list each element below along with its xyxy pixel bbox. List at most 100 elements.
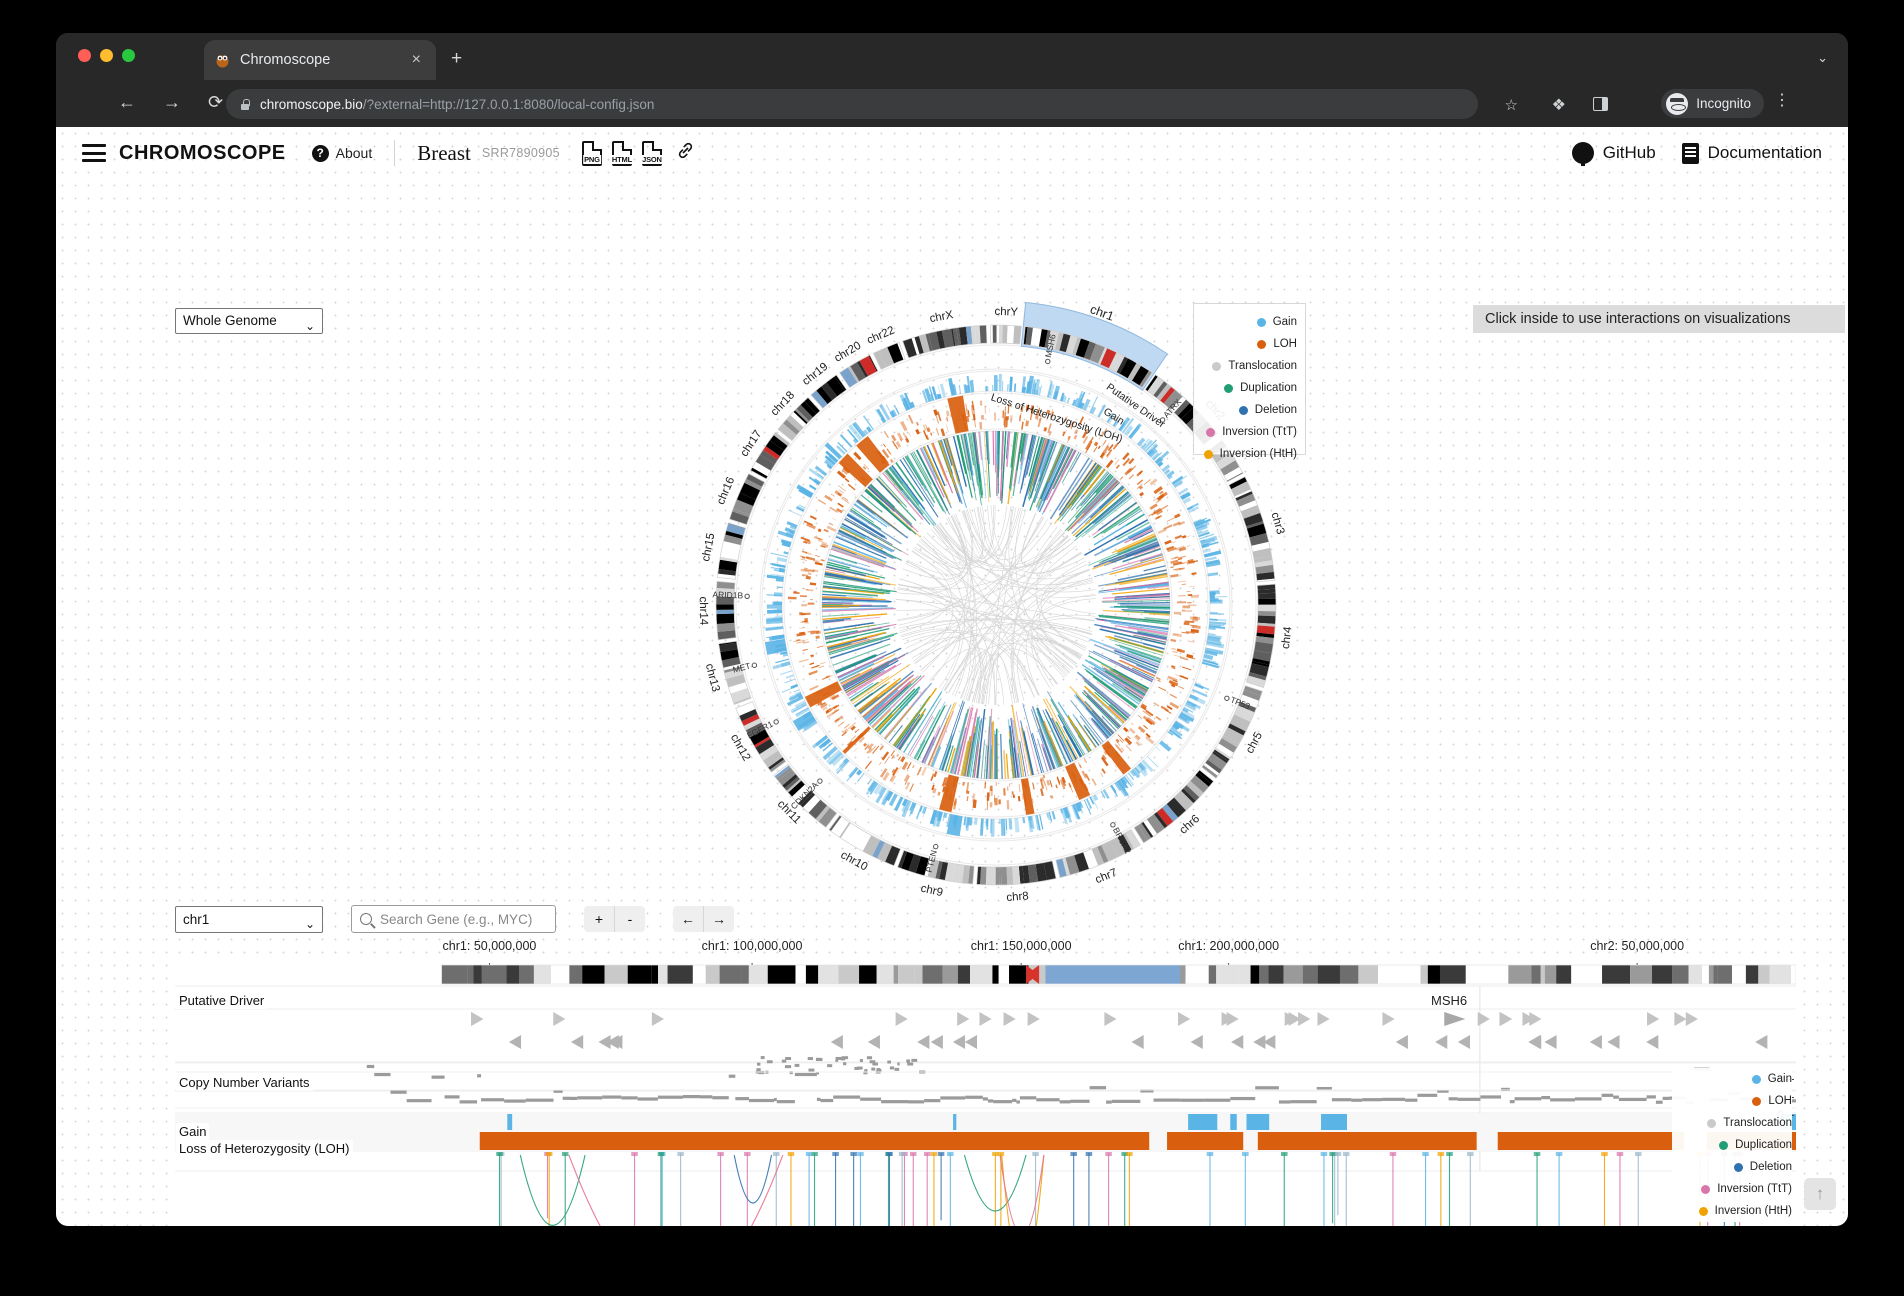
- new-tab-button[interactable]: +: [451, 49, 462, 68]
- incognito-icon: [1666, 92, 1689, 115]
- search-icon: [360, 913, 372, 925]
- export-json-button[interactable]: JSON: [641, 140, 663, 166]
- legend-label: Translocation: [1228, 360, 1297, 372]
- legend-swatch: [1238, 405, 1248, 415]
- circos-chromosome-label: chr15: [700, 532, 717, 563]
- github-link[interactable]: GitHub: [1571, 142, 1656, 166]
- circos-legend: Gain LOH Translocation Duplication Delet…: [1193, 303, 1306, 460]
- share-link-icon[interactable]: [676, 141, 695, 165]
- legend-label: Deletion: [1749, 1161, 1792, 1173]
- legend-swatch: [1257, 339, 1267, 349]
- side-panel-icon[interactable]: [1593, 97, 1608, 111]
- chromosome-select[interactable]: chr1 ⌄: [175, 905, 323, 933]
- legend-item: Deletion: [1672, 1156, 1792, 1178]
- pan-left-button[interactable]: ←: [673, 906, 703, 932]
- zoom-in-button[interactable]: +: [584, 906, 614, 932]
- legend-item: LOH: [1200, 333, 1297, 355]
- linear-tracks-panel[interactable]: Putative Driver Copy Number Variants Gai…: [175, 963, 1796, 1226]
- forward-button[interactable]: →: [163, 92, 181, 113]
- browser-tabstrip: Chromoscope × + ⌄: [56, 33, 1848, 80]
- circos-chromosome-label: chr6: [1177, 813, 1202, 837]
- chromosome-select-value: chr1: [183, 911, 210, 927]
- page-content: CHROMOSCOPE ? About Breast SRR7890905 PN…: [56, 127, 1848, 1226]
- zoom-out-button[interactable]: -: [615, 906, 645, 932]
- circos-chromosome-label: chrX: [929, 309, 955, 325]
- scroll-to-top-button[interactable]: ↑: [1804, 1178, 1836, 1210]
- browser-menu-icon[interactable]: ⋮: [1774, 93, 1790, 109]
- window-traffic-lights[interactable]: [78, 49, 135, 62]
- search-placeholder: Search Gene (e.g., MYC): [380, 911, 533, 927]
- legend-swatch: [1701, 1184, 1711, 1194]
- gene-annotation-msh6: MSH6: [1431, 993, 1468, 1008]
- export-json-label: JSON: [641, 154, 663, 164]
- genome-axis: chr1: 50,000,000 chr1: 100,000,000 chr1:…: [175, 937, 1796, 963]
- chevron-down-icon[interactable]: ⌄: [1817, 50, 1828, 66]
- export-html-button[interactable]: HTML: [610, 140, 633, 166]
- legend-item: Duplication: [1200, 377, 1297, 399]
- axis-tick-label: chr1: 100,000,000: [701, 939, 803, 953]
- track-label-gain: Gain: [176, 1123, 210, 1140]
- documentation-link[interactable]: Documentation: [1681, 142, 1822, 164]
- interaction-hint-text: Click inside to use interactions on visu…: [1485, 311, 1791, 327]
- chevron-down-icon: ⌄: [304, 916, 315, 931]
- github-label: GitHub: [1602, 143, 1656, 162]
- browser-window: Chromoscope × + ⌄ ← → ⟳ chromoscope.bio …: [56, 33, 1848, 1226]
- about-label: About: [335, 145, 373, 161]
- app-header: CHROMOSCOPE ? About Breast SRR7890905 PN…: [56, 127, 1848, 179]
- app-title: CHROMOSCOPE: [119, 141, 286, 164]
- legend-label: Inversion (TtT): [1222, 426, 1297, 438]
- linear-genome-view[interactable]: chr1: 50,000,000 chr1: 100,000,000 chr1:…: [175, 937, 1796, 1226]
- legend-item: Inversion (HtH): [1672, 1200, 1792, 1222]
- legend-label: LOH: [1273, 338, 1297, 350]
- axis-tick-label: chr1: 50,000,000: [442, 939, 537, 953]
- maximize-window-button[interactable]: [122, 49, 135, 62]
- legend-swatch: [1224, 383, 1234, 393]
- incognito-indicator[interactable]: Incognito: [1661, 89, 1764, 118]
- legend-label: Translocation: [1723, 1117, 1792, 1129]
- circos-chromosome-label: chr7: [1094, 867, 1119, 887]
- url-path: /?external=http://127.0.0.1:8080/local-c…: [362, 96, 655, 112]
- circos-chromosome-label: chr14: [697, 596, 710, 626]
- header-divider: [394, 140, 396, 166]
- about-button[interactable]: ? About: [311, 144, 373, 162]
- bookmark-star-icon[interactable]: ☆: [1505, 96, 1518, 114]
- legend-swatch: [1751, 1074, 1761, 1084]
- axis-tick-label: chr1: 200,000,000: [1178, 939, 1280, 953]
- legend-item: Gain: [1200, 311, 1297, 333]
- legend-swatch: [1707, 1118, 1717, 1128]
- legend-label: Inversion (HtH): [1219, 448, 1297, 460]
- export-buttons: PNG HTML JSON: [581, 140, 695, 166]
- export-png-label: PNG: [583, 154, 601, 164]
- linear-tracks-svg: [175, 963, 1796, 1226]
- header-right-links: GitHub Documentation: [1571, 142, 1822, 166]
- close-icon[interactable]: ×: [407, 50, 426, 70]
- legend-item: Deletion: [1200, 399, 1297, 421]
- legend-swatch: [1206, 427, 1216, 437]
- sample-id: SRR7890905: [481, 146, 560, 160]
- menu-icon[interactable]: [82, 144, 106, 162]
- export-png-button[interactable]: PNG: [581, 140, 602, 166]
- close-window-button[interactable]: [78, 49, 91, 62]
- legend-label: Duplication: [1240, 382, 1297, 394]
- browser-tab-chromoscope[interactable]: Chromoscope ×: [204, 40, 436, 80]
- address-bar[interactable]: chromoscope.bio /?external=http://127.0.…: [226, 89, 1478, 119]
- genome-view-select[interactable]: Whole Genome ⌄: [175, 308, 323, 334]
- search-gene-input[interactable]: Search Gene (e.g., MYC): [351, 905, 556, 933]
- zoom-button-group: + -: [584, 906, 645, 932]
- legend-swatch: [1212, 361, 1222, 371]
- circos-chromosome-label: chrY: [994, 306, 1018, 319]
- minimize-window-button[interactable]: [100, 49, 113, 62]
- back-button[interactable]: ←: [118, 92, 136, 113]
- github-icon: [1571, 142, 1594, 166]
- circos-gene-label: ARID1B: [712, 589, 743, 600]
- legend-item: Translocation: [1672, 1112, 1792, 1134]
- reload-button[interactable]: ⟳: [208, 92, 223, 113]
- linear-view-controls: chr1 ⌄ Search Gene (e.g., MYC) + - ← →: [175, 905, 734, 933]
- url-domain: chromoscope.bio: [260, 96, 363, 112]
- extensions-icon[interactable]: ❖: [1552, 95, 1566, 115]
- favicon-icon: [214, 52, 231, 69]
- export-html-label: HTML: [610, 154, 633, 164]
- lock-icon: [240, 98, 250, 110]
- legend-swatch: [1256, 317, 1266, 327]
- pan-right-button[interactable]: →: [704, 906, 734, 932]
